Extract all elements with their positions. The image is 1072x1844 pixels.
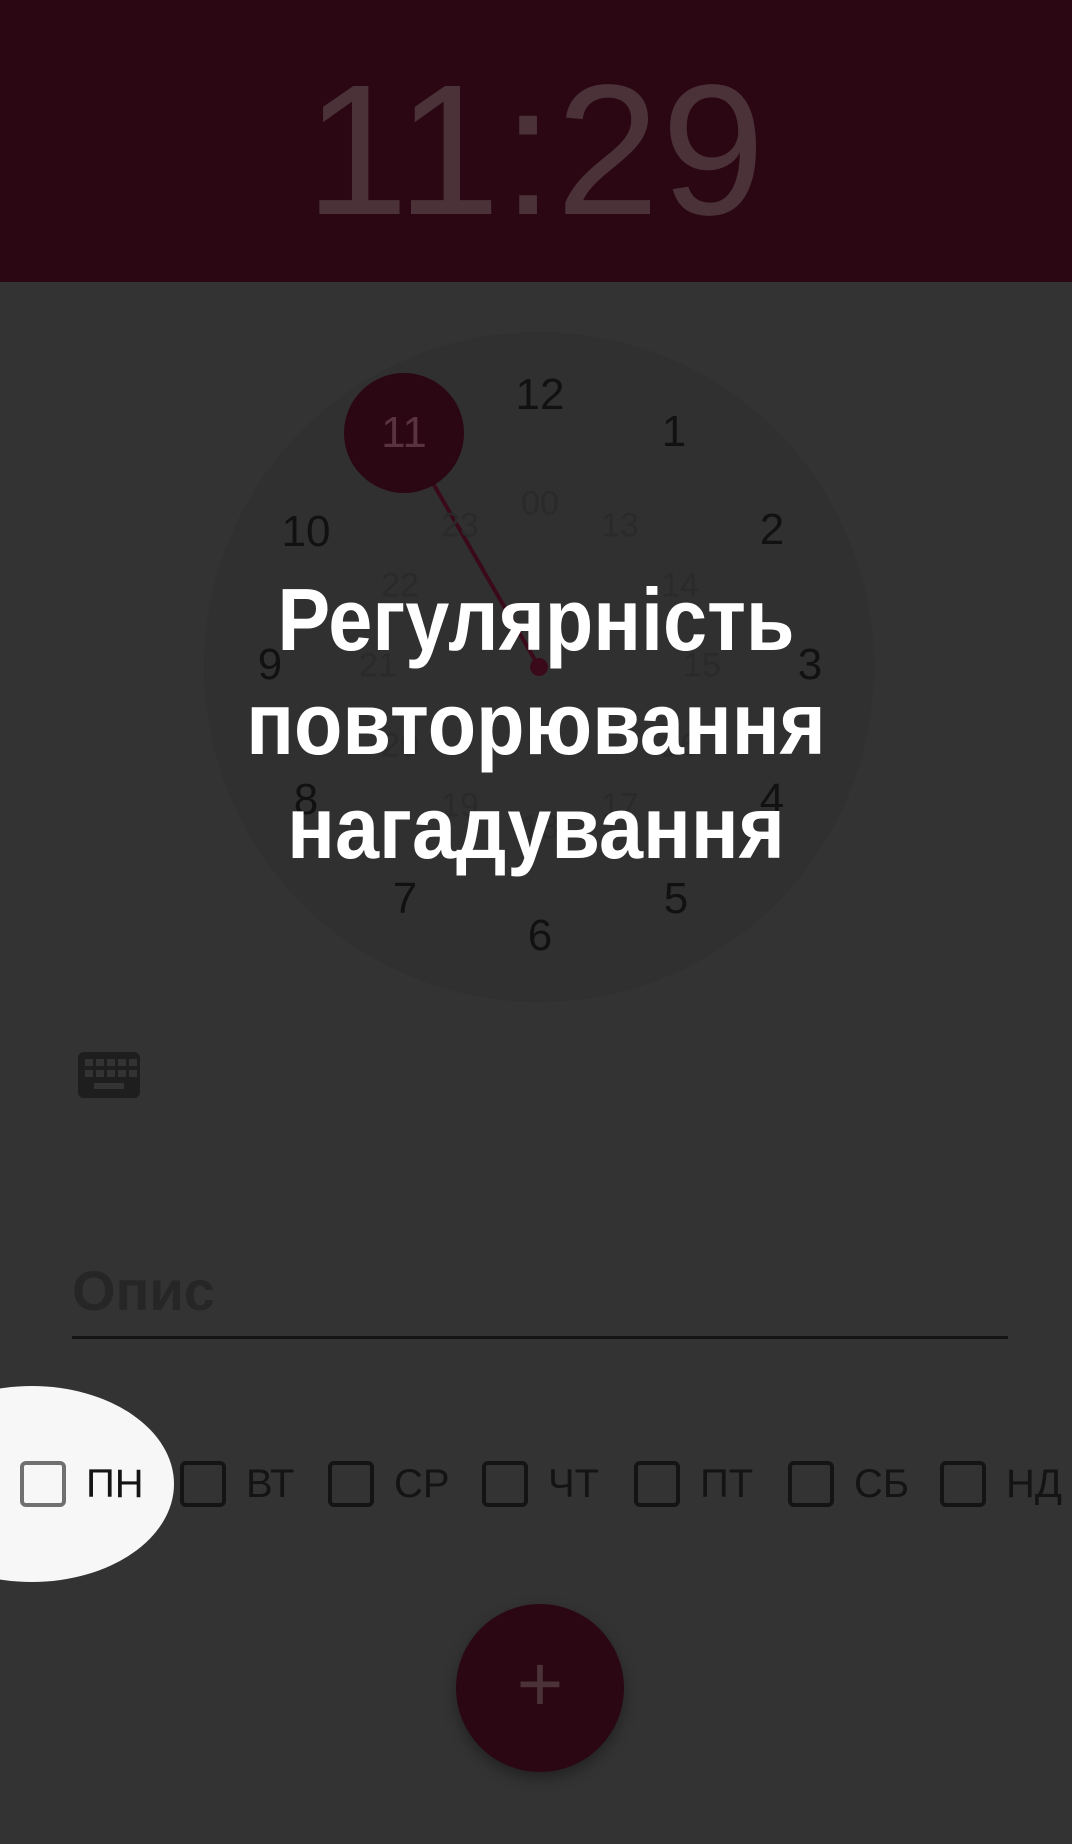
day-label: НД [1006,1461,1062,1506]
clock-hour-5[interactable]: 5 [664,874,688,924]
add-reminder-button[interactable]: + [456,1604,624,1772]
day-checkbox-thu[interactable]: ЧТ [482,1458,599,1510]
keyboard-icon[interactable] [78,1052,140,1098]
day-checkbox-sat[interactable]: СБ [788,1458,909,1510]
clock-hour-11[interactable]: 11 [381,408,427,458]
clock-hour-2[interactable]: 2 [760,505,784,555]
clock-hour-00[interactable]: 00 [521,485,559,524]
day-checkbox-fri[interactable]: ПТ [634,1458,753,1510]
clock-hour-23[interactable]: 23 [441,507,479,546]
day-label: ВТ [246,1461,295,1506]
checkbox[interactable] [180,1461,226,1507]
day-checkbox-sun[interactable]: НД [940,1458,1062,1510]
day-label: СБ [854,1461,910,1506]
clock-hour-1[interactable]: 1 [662,407,686,457]
description-underline [72,1336,1008,1339]
time-display[interactable]: 11:29 [0,56,1072,246]
clock-hour-6[interactable]: 6 [528,911,552,961]
plus-icon: + [516,1639,564,1728]
clock-hour-12[interactable]: 12 [516,370,565,420]
checkbox[interactable] [634,1461,680,1507]
day-label: СР [394,1461,450,1506]
day-label: ПТ [700,1461,754,1506]
clock-hour-7[interactable]: 7 [393,874,417,924]
time-header: 11:29 [0,0,1072,282]
day-label: ЧТ [548,1461,600,1506]
checkbox[interactable] [482,1461,528,1507]
day-checkbox-mon[interactable]: ПН [20,1458,144,1510]
day-checkbox-wed[interactable]: СР [328,1458,450,1510]
checkbox[interactable] [20,1461,66,1507]
day-checkbox-tue[interactable]: ВТ [180,1458,294,1510]
checkbox[interactable] [328,1461,374,1507]
day-label: ПН [86,1461,144,1506]
clock-hour-13[interactable]: 13 [601,507,639,546]
description-field[interactable]: Опис [72,1258,215,1323]
checkbox[interactable] [788,1461,834,1507]
tutorial-text: Регулярність повторювання нагадування [246,570,826,877]
checkbox[interactable] [940,1461,986,1507]
clock-hour-10[interactable]: 10 [282,507,331,557]
